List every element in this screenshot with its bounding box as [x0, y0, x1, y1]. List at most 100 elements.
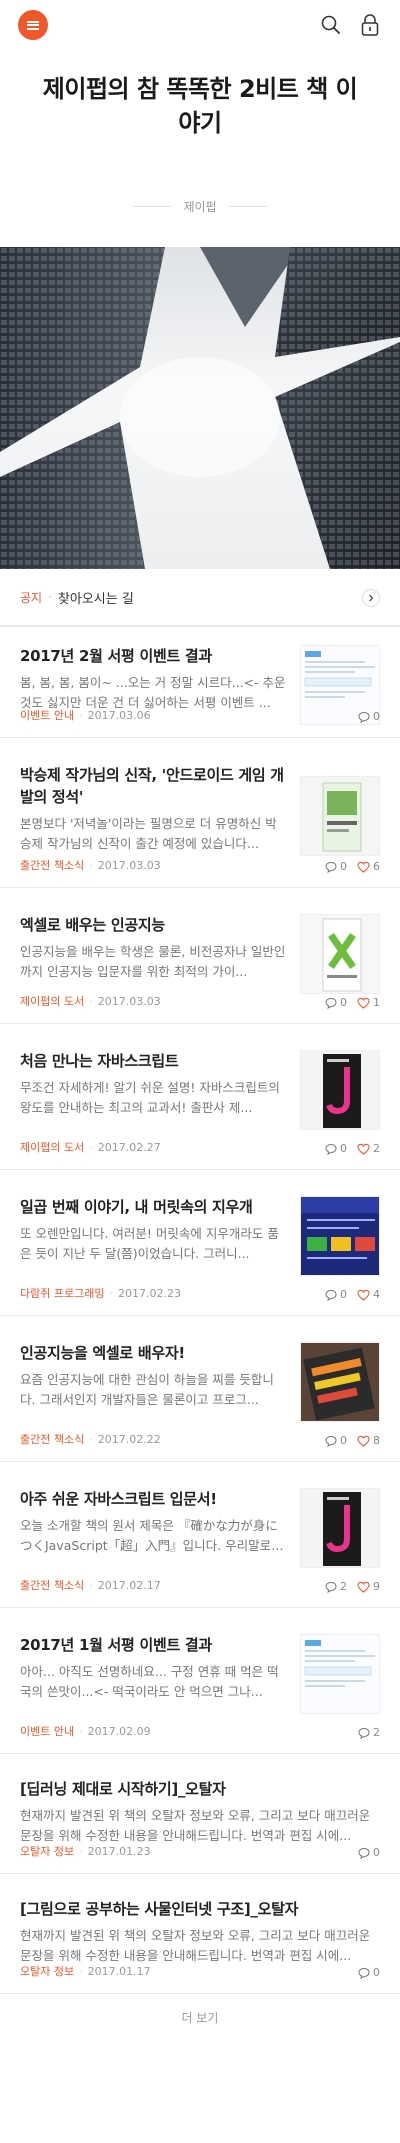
- post-date: 2017.03.06: [87, 708, 151, 722]
- post-excerpt: 아아... 아직도 선명하네요... 구정 연휴 때 먹은 떡국의 쓴맛이...…: [20, 1664, 279, 1699]
- comment-count-value: 0: [373, 710, 380, 723]
- post-thumbnail[interactable]: [300, 1488, 380, 1568]
- post-title[interactable]: [그림으로 공부하는 사물인터넷 구조]_오탈자: [20, 1898, 380, 1920]
- comment-count[interactable]: 0: [358, 1846, 380, 1859]
- post-title[interactable]: 아주 쉬운 자바스크립트 입문서!: [20, 1488, 288, 1510]
- post-item[interactable]: 인공지능을 엑셀로 배우자! 요즘 인공지능에 대한 관심이 하늘을 찌를 듯합…: [0, 1316, 400, 1462]
- post-category[interactable]: 다람쥐 프로그래밍: [20, 1285, 104, 1301]
- lock-icon[interactable]: [360, 13, 380, 37]
- post-meta: 이벤트 안내 · 2017.03.06: [20, 707, 151, 723]
- post-category[interactable]: 제이펍의 도서: [20, 993, 84, 1009]
- post-title[interactable]: 인공지능을 엑셀로 배우자!: [20, 1342, 288, 1364]
- like-count[interactable]: 4: [357, 1288, 380, 1301]
- comment-icon: [325, 997, 337, 1009]
- post-category[interactable]: 오탈자 정보: [20, 1963, 74, 1979]
- separator-dot: ·: [79, 708, 83, 722]
- post-category[interactable]: 출간전 책소식: [20, 1577, 84, 1593]
- post-thumbnail[interactable]: [300, 776, 380, 856]
- blog-author: 제이펍: [183, 200, 217, 214]
- separator-dot: ·: [89, 1140, 93, 1154]
- like-count[interactable]: 1: [357, 996, 380, 1009]
- post-thumbnail[interactable]: [300, 1634, 380, 1714]
- separator-dot: ·: [48, 590, 52, 604]
- post-excerpt: 무조건 자세하게! 알기 쉬운 설명! 자바스크립트의 왕도를 안내하는 최고의…: [20, 1080, 280, 1115]
- post-title[interactable]: 일곱 번째 이야기, 내 머릿속의 지우개: [20, 1196, 288, 1218]
- post-category[interactable]: 이벤트 안내: [20, 1723, 74, 1739]
- separator-dot: ·: [79, 1724, 83, 1738]
- post-item[interactable]: 박승제 작가님의 신작, '안드로이드 게임 개발의 정석' 본명보다 '저녁놀…: [0, 738, 400, 888]
- post-category[interactable]: 제이펍의 도서: [20, 1139, 84, 1155]
- post-title[interactable]: 2017년 2월 서평 이벤트 결과: [20, 645, 288, 667]
- chevron-right-icon[interactable]: [362, 589, 380, 607]
- notice-bar[interactable]: 공지 · 찾아오시는 길: [0, 569, 400, 627]
- like-count-value: 2: [373, 1142, 380, 1155]
- comment-count[interactable]: 0: [358, 710, 380, 723]
- post-meta: 오탈자 정보 · 2017.01.17: [20, 1963, 151, 1979]
- post-item[interactable]: 엑셀로 배우는 인공지능 인공지능을 배우는 학생은 물론, 비전공자나 일반인…: [0, 888, 400, 1024]
- comment-count[interactable]: 2: [358, 1726, 380, 1739]
- separator-dot: ·: [109, 1286, 113, 1300]
- post-title[interactable]: 2017년 1월 서평 이벤트 결과: [20, 1634, 288, 1656]
- post-list: 2017년 2월 서평 이벤트 결과 봄, 봄, 봄, 봄이~ ...오는 거 …: [0, 627, 400, 1994]
- skyscraper-image: [0, 247, 400, 569]
- post-meta: 오탈자 정보 · 2017.01.23: [20, 1843, 151, 1859]
- like-count-value: 4: [373, 1288, 380, 1301]
- post-title[interactable]: 처음 만나는 자바스크립트: [20, 1050, 288, 1072]
- post-thumbnail[interactable]: [300, 914, 380, 994]
- post-title[interactable]: 박승제 작가님의 신작, '안드로이드 게임 개발의 정석': [20, 764, 288, 808]
- post-category[interactable]: 이벤트 안내: [20, 707, 74, 723]
- like-count[interactable]: 2: [357, 1142, 380, 1155]
- search-icon[interactable]: [320, 14, 342, 36]
- comment-count[interactable]: 0: [325, 1434, 347, 1447]
- post-category[interactable]: 출간전 책소식: [20, 857, 84, 873]
- heart-icon: [357, 1143, 370, 1155]
- post-item[interactable]: 2017년 2월 서평 이벤트 결과 봄, 봄, 봄, 봄이~ ...오는 거 …: [0, 627, 400, 738]
- post-item[interactable]: [그림으로 공부하는 사물인터넷 구조]_오탈자 현재까지 발견된 위 책의 오…: [0, 1874, 400, 1994]
- comment-icon: [358, 1847, 370, 1859]
- post-meta: 출간전 책소식 · 2017.02.22: [20, 1431, 161, 1447]
- post-item[interactable]: 아주 쉬운 자바스크립트 입문서! 오늘 소개할 책의 원서 제목은 『確かな力…: [0, 1462, 400, 1608]
- comment-count[interactable]: 0: [325, 860, 347, 873]
- notice-tag: 공지: [20, 590, 43, 605]
- like-count[interactable]: 6: [357, 860, 380, 873]
- post-meta: 출간전 책소식 · 2017.03.03: [20, 857, 161, 873]
- post-thumbnail[interactable]: [300, 1196, 380, 1276]
- comment-count[interactable]: 0: [325, 1142, 347, 1155]
- comment-count[interactable]: 0: [325, 1288, 347, 1301]
- post-item[interactable]: [딥러닝 제대로 시작하기]_오탈자 현재까지 발견된 위 책의 오탈자 정보와…: [0, 1754, 400, 1874]
- post-date: 2017.02.27: [97, 1140, 161, 1154]
- post-date: 2017.02.09: [87, 1724, 151, 1738]
- comment-count[interactable]: 0: [325, 996, 347, 1009]
- post-item[interactable]: 처음 만나는 자바스크립트 무조건 자세하게! 알기 쉬운 설명! 자바스크립트…: [0, 1024, 400, 1170]
- comment-count-value: 0: [340, 1142, 347, 1155]
- author-row: 제이펍: [40, 198, 360, 215]
- post-thumbnail[interactable]: [300, 1342, 380, 1422]
- like-count[interactable]: 8: [357, 1434, 380, 1447]
- like-count[interactable]: 9: [357, 1580, 380, 1593]
- post-title[interactable]: [딥러닝 제대로 시작하기]_오탈자: [20, 1778, 380, 1800]
- post-thumbnail[interactable]: [300, 1050, 380, 1130]
- post-excerpt: 현재까지 발견된 위 책의 오탈자 정보와 오류, 그리고 보다 매끄러운 문장…: [20, 1928, 371, 1963]
- post-date: 2017.01.23: [87, 1844, 151, 1858]
- post-title[interactable]: 엑셀로 배우는 인공지능: [20, 914, 288, 936]
- like-count-value: 1: [373, 996, 380, 1009]
- blog-title[interactable]: 제이펍의 참 똑똑한 2비트 책 이야기: [40, 72, 360, 140]
- more-button[interactable]: 더 보기: [0, 1994, 400, 2040]
- post-date: 2017.03.03: [97, 994, 161, 1008]
- post-counts: 0: [358, 710, 380, 723]
- post-counts: 0 4: [325, 1288, 380, 1301]
- divider: [228, 206, 267, 207]
- comment-count-value: 0: [340, 1434, 347, 1447]
- post-meta: 제이펍의 도서 · 2017.02.27: [20, 1139, 161, 1155]
- comment-count-value: 2: [340, 1580, 347, 1593]
- post-item[interactable]: 2017년 1월 서평 이벤트 결과 아아... 아직도 선명하네요... 구정…: [0, 1608, 400, 1754]
- post-category[interactable]: 오탈자 정보: [20, 1843, 74, 1859]
- post-item[interactable]: 일곱 번째 이야기, 내 머릿속의 지우개 또 오렌만입니다. 여러분! 머릿속…: [0, 1170, 400, 1316]
- heart-icon: [357, 997, 370, 1009]
- notice-text[interactable]: 찾아오시는 길: [58, 588, 134, 607]
- post-counts: 0 8: [325, 1434, 380, 1447]
- comment-count[interactable]: 0: [358, 1966, 380, 1979]
- post-category[interactable]: 출간전 책소식: [20, 1431, 84, 1447]
- menu-button[interactable]: [18, 10, 48, 40]
- comment-count[interactable]: 2: [325, 1580, 347, 1593]
